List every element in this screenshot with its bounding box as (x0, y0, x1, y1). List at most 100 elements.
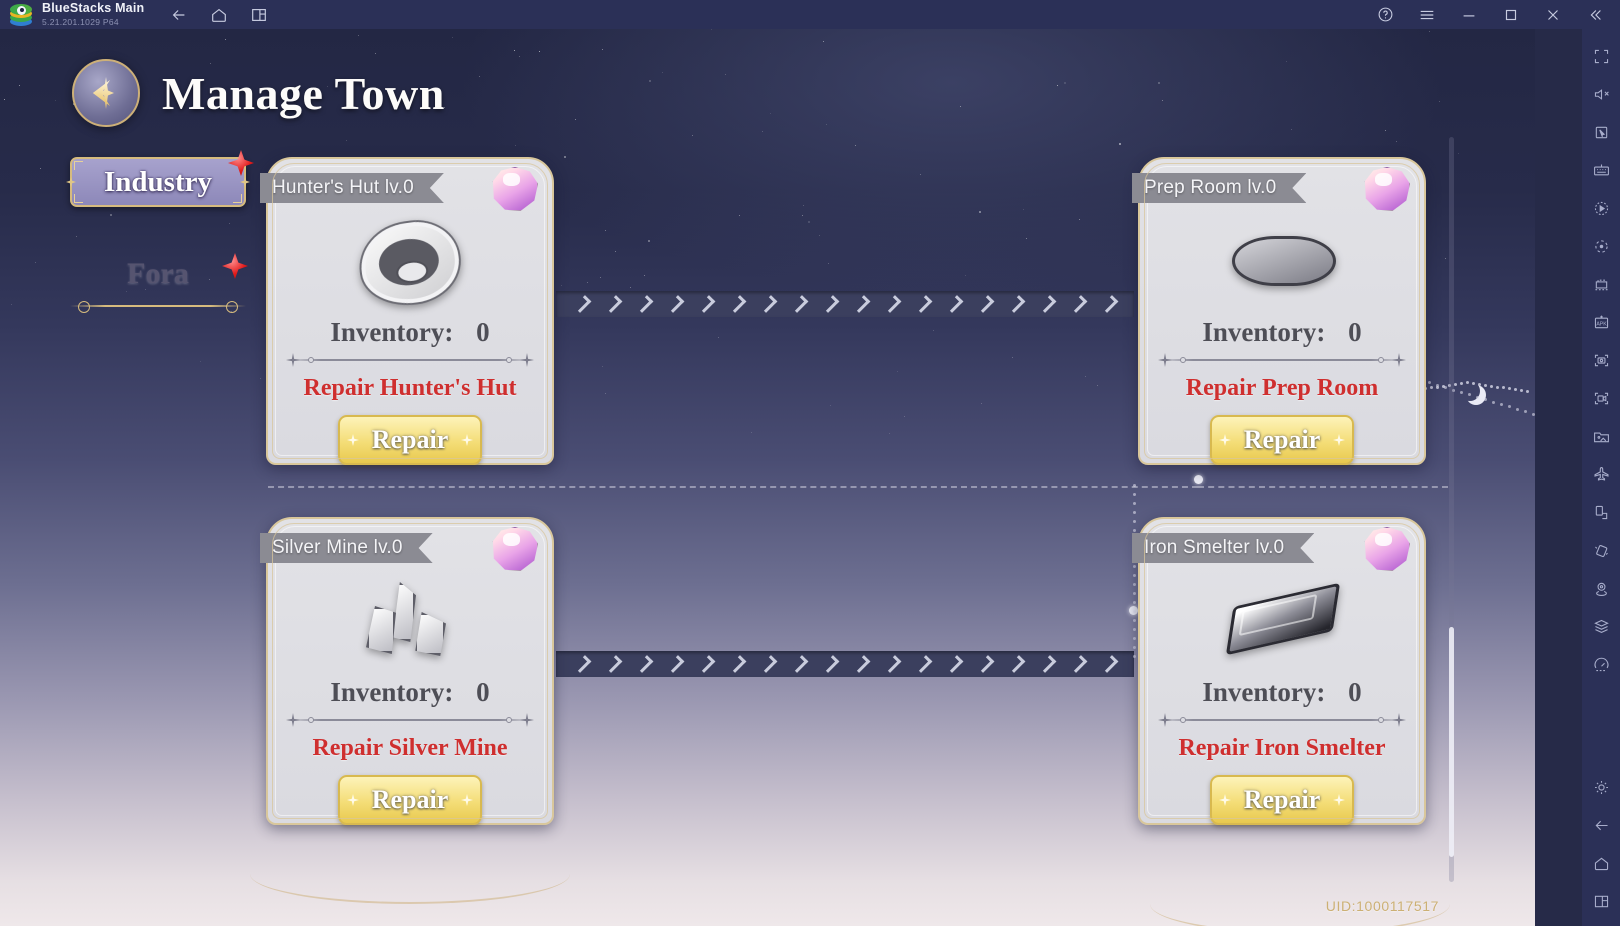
multi-instance-icon[interactable] (250, 6, 268, 24)
red-diamond-badge-icon (228, 150, 254, 176)
card-inventory-value: 0 (476, 317, 490, 347)
back-icon[interactable] (170, 6, 188, 24)
repair-button-label: Repair (1243, 425, 1321, 454)
dashed-connector-right (1198, 486, 1448, 488)
dashed-connector-left (268, 486, 1198, 488)
ground-swoosh (250, 844, 570, 904)
repair-button[interactable]: Repair (338, 415, 482, 465)
manage-town-crest-icon (72, 59, 140, 127)
building-card-iron-smelter[interactable]: Iron Smelter lv.0 Inventory: 0 Repair Ir… (1138, 517, 1426, 825)
android-back-icon[interactable] (1582, 806, 1620, 844)
building-card-hunters-hut[interactable]: Hunter's Hut lv.0 Inventory: 0 Repair Hu… (266, 157, 554, 465)
conveyor-belt-bottom (556, 651, 1134, 677)
collapse-icon[interactable] (1586, 6, 1604, 24)
close-icon[interactable] (1544, 6, 1562, 24)
vertical-scrollbar[interactable] (1449, 137, 1454, 882)
card-inventory: Inventory: 0 (268, 317, 552, 348)
card-inventory: Inventory: 0 (1140, 317, 1424, 348)
card-inventory-label: Inventory: (1202, 317, 1326, 347)
repair-button-label: Repair (371, 425, 449, 454)
card-title: Silver Mine lv.0 (272, 537, 403, 558)
card-repair-text: Repair Silver Mine (312, 735, 508, 761)
airplane-icon[interactable] (1582, 455, 1620, 493)
card-repair-text: Repair Iron Smelter (1178, 735, 1386, 761)
media-manager-icon[interactable] (1582, 417, 1620, 455)
crystal-gem-icon (1364, 527, 1410, 571)
meat-icon (355, 216, 465, 310)
card-inventory-value: 0 (1348, 317, 1362, 347)
card-inventory-value: 0 (1348, 677, 1362, 707)
macro-icon[interactable] (1582, 189, 1620, 227)
shake-icon[interactable] (1582, 531, 1620, 569)
conveyor-belt-top (556, 291, 1134, 317)
building-card-silver-mine[interactable]: Silver Mine lv.0 Inventory: 0 Repair Sil… (266, 517, 554, 825)
crystal-gem-icon (492, 527, 538, 571)
card-inventory: Inventory: 0 (1140, 677, 1424, 708)
record-icon[interactable] (1582, 379, 1620, 417)
script-icon[interactable] (1582, 265, 1620, 303)
section-fora-label: Fora (127, 257, 189, 290)
home-icon[interactable] (210, 6, 228, 24)
screenshot-icon[interactable] (1582, 341, 1620, 379)
uid-text: UID:1000117517 (1325, 898, 1439, 914)
section-fora[interactable]: Fora (70, 253, 248, 313)
fullscreen-icon[interactable] (1582, 37, 1620, 75)
building-card-prep-room[interactable]: Prep Room lv.0 Inventory: 0 Repair Prep … (1138, 157, 1426, 465)
card-repair-text: Repair Prep Room (1185, 375, 1379, 401)
location-icon[interactable] (1582, 569, 1620, 607)
help-icon[interactable] (1376, 6, 1394, 24)
card-inventory-value: 0 (476, 677, 490, 707)
settings-icon[interactable] (1582, 768, 1620, 806)
card-title: Hunter's Hut lv.0 (272, 177, 414, 198)
repair-button-label: Repair (1243, 785, 1321, 814)
tab-industry[interactable]: Industry (70, 150, 254, 207)
ore-crystal-icon (360, 580, 460, 666)
app-version: 5.21.201.1029 P64 (42, 16, 119, 27)
dotted-connector-diagonal (1420, 379, 1535, 439)
page-header: Manage Town (72, 59, 445, 127)
bluestacks-logo-icon (10, 3, 32, 26)
section-divider (70, 301, 246, 313)
card-title-banner: Hunter's Hut lv.0 (260, 173, 444, 203)
dotted-connector-vertical (1133, 484, 1137, 658)
repair-button[interactable]: Repair (1210, 775, 1354, 825)
layers-icon[interactable] (1582, 607, 1620, 645)
apk-icon[interactable]: APK (1582, 303, 1620, 341)
titlebar-text: BlueStacks Main 5.21.201.1029 P64 (42, 2, 144, 26)
card-inventory: Inventory: 0 (268, 677, 552, 708)
maximize-icon[interactable] (1502, 6, 1520, 24)
card-resource-icon-wrap (1140, 209, 1424, 317)
minimize-icon[interactable] (1460, 6, 1478, 24)
repair-button[interactable]: Repair (1210, 415, 1354, 465)
card-title-banner: Iron Smelter lv.0 (1132, 533, 1314, 563)
card-resource-icon-wrap (268, 569, 552, 677)
sync-icon[interactable] (1582, 227, 1620, 265)
menu-icon[interactable] (1418, 6, 1436, 24)
card-title: Prep Room lv.0 (1144, 177, 1277, 198)
card-resource-icon-wrap (1140, 569, 1424, 677)
android-home-icon[interactable] (1582, 844, 1620, 882)
titlebar-controls (1376, 6, 1604, 24)
crystal-gem-icon (1364, 167, 1410, 211)
rotate-icon[interactable] (1582, 493, 1620, 531)
performance-icon[interactable] (1582, 645, 1620, 683)
game-viewport[interactable]: Manage Town Industry Fora Hunter's Hut l… (0, 29, 1535, 926)
sausage-icon (1230, 226, 1336, 300)
card-title: Iron Smelter lv.0 (1144, 537, 1285, 558)
sidebar-bottom-group (1582, 768, 1620, 920)
cursor-icon[interactable] (1582, 113, 1620, 151)
android-recents-icon[interactable] (1582, 882, 1620, 920)
card-divider (286, 357, 534, 363)
card-divider (286, 717, 534, 723)
card-inventory-label: Inventory: (1202, 677, 1326, 707)
keyboard-icon[interactable] (1582, 151, 1620, 189)
crystal-gem-icon (492, 167, 538, 211)
repair-button[interactable]: Repair (338, 775, 482, 825)
titlebar: BlueStacks Main 5.21.201.1029 P64 (0, 0, 1620, 29)
bluestacks-sidebar: APK (1582, 29, 1620, 926)
connector-node (1194, 475, 1203, 484)
card-title-banner: Prep Room lv.0 (1132, 173, 1306, 203)
mute-icon[interactable] (1582, 75, 1620, 113)
scrollbar-thumb (1449, 627, 1454, 857)
card-divider (1158, 357, 1406, 363)
